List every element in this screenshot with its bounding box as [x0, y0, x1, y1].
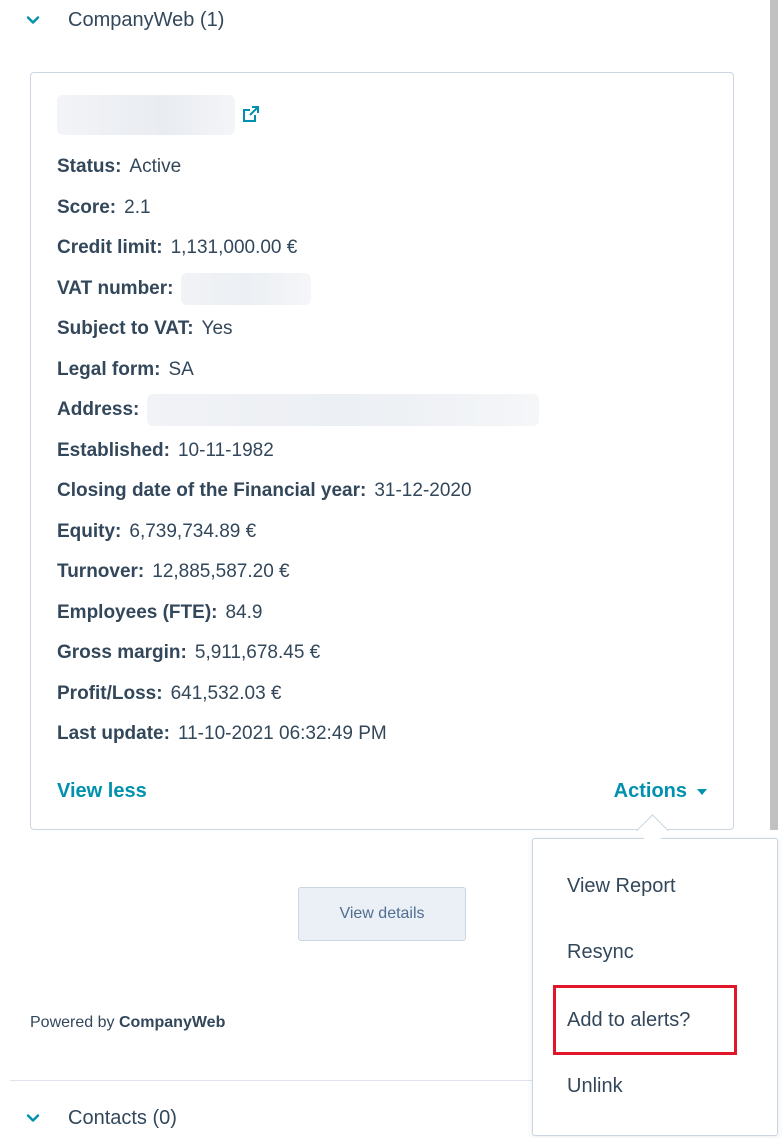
field-label: Score: [57, 196, 117, 218]
highlight-annotation [553, 985, 737, 1055]
field-address: Address: [57, 390, 717, 431]
field-status: Status: Active [57, 147, 717, 188]
field-employees: Employees (FTE): 84.9 [57, 593, 717, 634]
field-vat-number: VAT number: [57, 269, 717, 310]
field-last-update: Last update: 11-10-2021 06:32:49 PM [57, 714, 717, 755]
field-label: Established: [57, 439, 170, 461]
powered-by-prefix: Powered by [30, 1014, 115, 1031]
chevron-down-icon[interactable] [22, 1107, 44, 1129]
vat-number-redacted [181, 272, 312, 305]
field-value: 6,739,734.89 € [129, 520, 257, 542]
companyweb-section-header[interactable]: CompanyWeb (1) [22, 0, 224, 40]
field-label: Last update: [57, 723, 170, 745]
field-value: 11-10-2021 06:32:49 PM [177, 723, 387, 745]
actions-label: Actions [613, 779, 687, 802]
field-label: Address: [57, 399, 140, 421]
card-footer: View less Actions [57, 773, 707, 809]
field-value: Yes [201, 318, 233, 340]
powered-by: Powered by CompanyWeb [30, 1014, 225, 1032]
field-label: Profit/Loss: [57, 682, 163, 704]
field-value: 2.1 [124, 196, 151, 218]
field-value: 10-11-1982 [177, 439, 274, 461]
company-fields: Status: Active Score: 2.1 Credit limit: … [57, 147, 717, 755]
menu-item-unlink[interactable]: Unlink [567, 1075, 623, 1098]
field-value: SA [168, 358, 194, 380]
field-label: Turnover: [57, 561, 145, 583]
field-gross-margin: Gross margin: 5,911,678.45 € [57, 633, 717, 674]
field-value: 84.9 [225, 601, 263, 623]
field-label: VAT number: [57, 277, 174, 299]
contacts-section-title: Contacts (0) [68, 1106, 177, 1129]
field-value: Active [129, 156, 182, 178]
company-name-redacted[interactable] [57, 95, 235, 135]
caret-down-icon [697, 789, 707, 795]
menu-item-resync[interactable]: Resync [567, 941, 634, 964]
chevron-down-icon[interactable] [22, 9, 44, 31]
menu-item-view-report[interactable]: View Report [567, 875, 676, 898]
field-established: Established: 10-11-1982 [57, 431, 717, 472]
field-value: 5,911,678.45 € [194, 642, 321, 664]
section-divider [10, 1080, 570, 1081]
field-value: 31-12-2020 [374, 480, 472, 502]
field-label: Legal form: [57, 358, 161, 380]
field-legal-form: Legal form: SA [57, 350, 717, 391]
field-profit-loss: Profit/Loss: 641,532.03 € [57, 674, 717, 715]
field-label: Subject to VAT: [57, 318, 194, 340]
field-score: Score: 2.1 [57, 188, 717, 229]
field-value: 641,532.03 € [170, 682, 282, 704]
view-details-button[interactable]: View details [298, 887, 466, 941]
field-credit-limit: Credit limit: 1,131,000.00 € [57, 228, 717, 269]
field-turnover: Turnover: 12,885,587.20 € [57, 552, 717, 593]
actions-dropdown-button[interactable]: Actions [614, 780, 707, 803]
field-label: Employees (FTE): [57, 601, 218, 623]
field-label: Status: [57, 156, 122, 178]
contacts-section-header[interactable]: Contacts (0) [22, 1098, 177, 1138]
field-closing-date: Closing date of the Financial year: 31-1… [57, 471, 717, 512]
external-link-icon[interactable] [241, 104, 263, 126]
field-label: Credit limit: [57, 237, 163, 259]
field-label: Equity: [57, 520, 122, 542]
company-card: Status: Active Score: 2.1 Credit limit: … [30, 72, 734, 830]
powered-by-brand: CompanyWeb [118, 1014, 226, 1031]
company-name-row [57, 95, 263, 135]
field-equity: Equity: 6,739,734.89 € [57, 512, 717, 553]
scrollbar[interactable] [770, 0, 778, 830]
field-label: Gross margin: [57, 642, 187, 664]
companyweb-section-title: CompanyWeb (1) [68, 8, 225, 31]
field-value: 1,131,000.00 € [170, 237, 298, 259]
field-subject-to-vat: Subject to VAT: Yes [57, 309, 717, 350]
address-redacted [147, 394, 540, 427]
view-less-link[interactable]: View less [57, 780, 147, 803]
field-label: Closing date of the Financial year: [57, 480, 367, 502]
field-value: 12,885,587.20 € [152, 561, 290, 583]
